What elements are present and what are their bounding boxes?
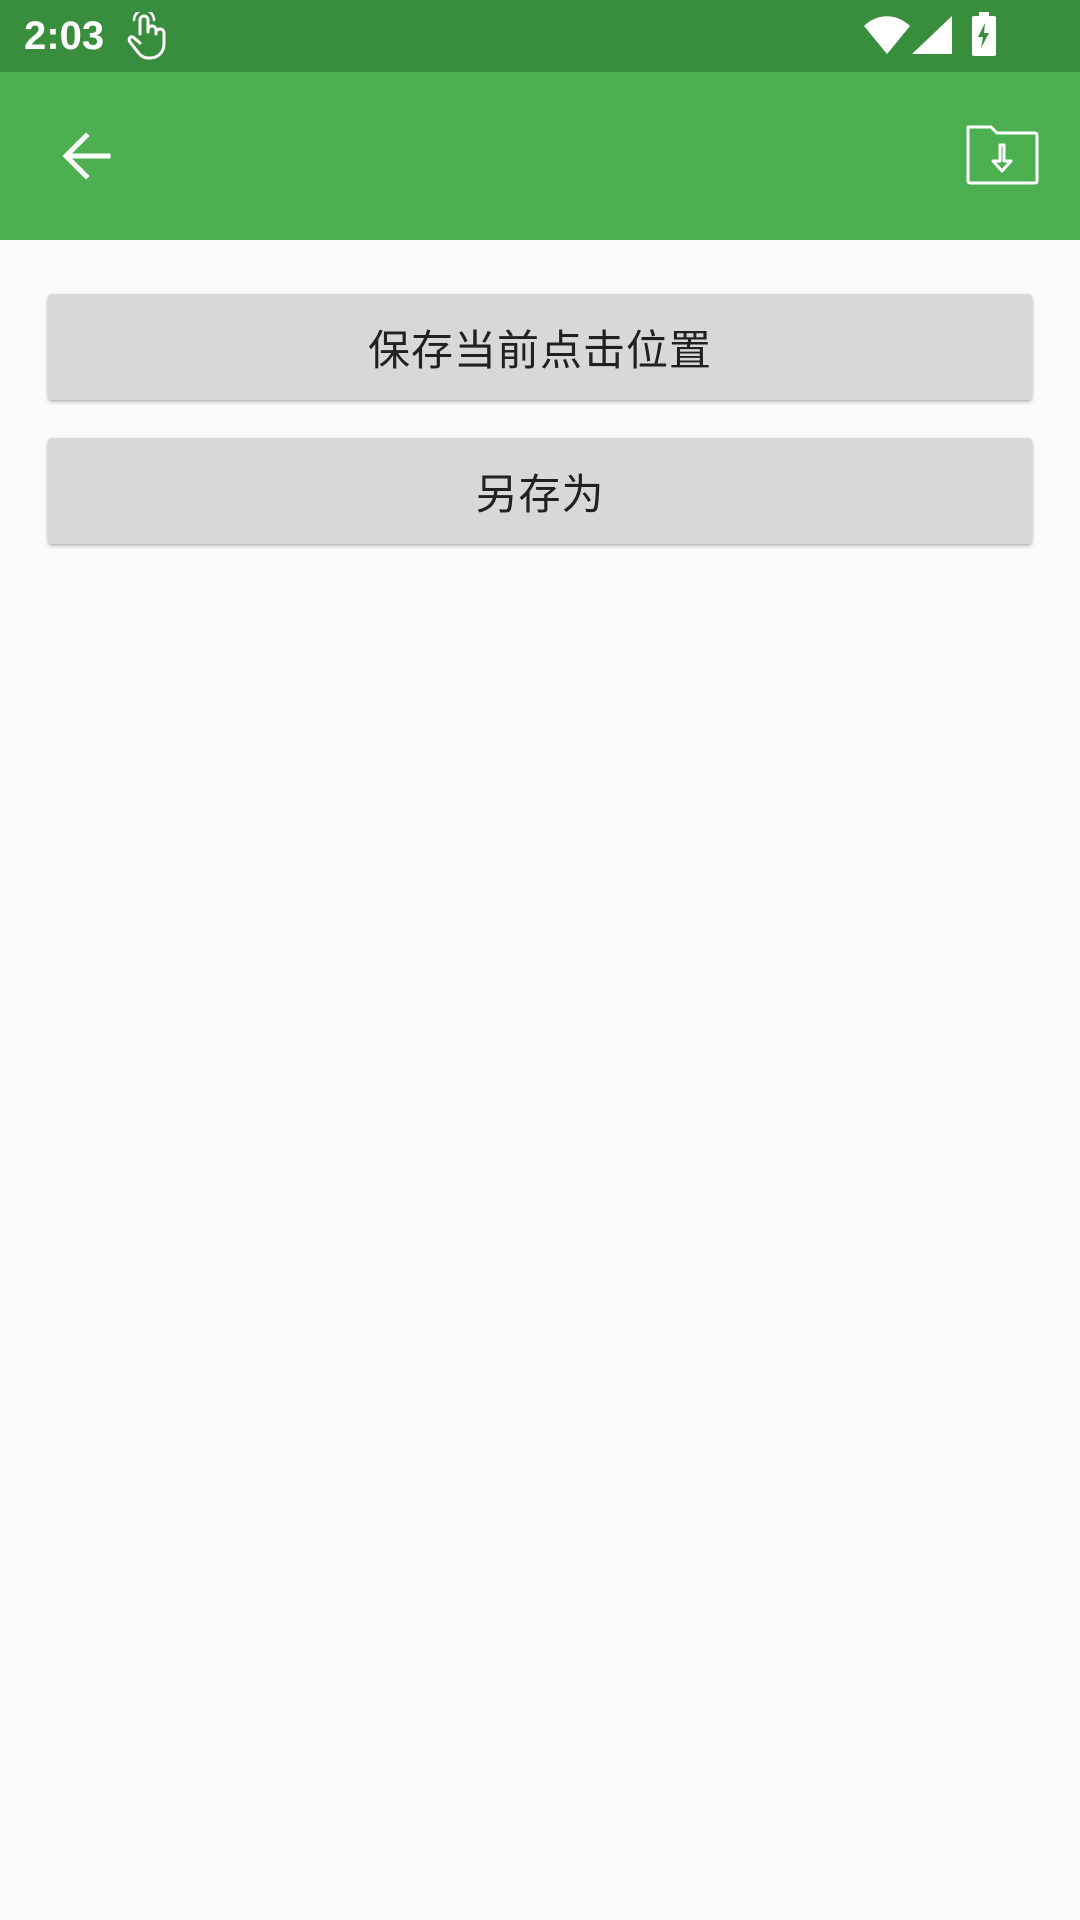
app-bar: [0, 72, 1080, 240]
status-time: 2:03: [24, 14, 105, 58]
battery-charging-icon: [972, 12, 996, 56]
folder-download-button[interactable]: [960, 116, 1044, 192]
arrow-back-icon: [62, 132, 111, 180]
back-button[interactable]: [44, 114, 128, 198]
save-as-button[interactable]: 另存为: [48, 438, 1032, 544]
main-content: 保存当前点击位置 另存为: [0, 240, 1080, 1920]
save-click-position-button[interactable]: 保存当前点击位置: [48, 294, 1032, 400]
touch-icon: [127, 12, 166, 60]
signal-icon: [912, 16, 952, 54]
folder-download-icon: [966, 125, 1039, 185]
status-bar: 2:03: [0, 0, 1080, 72]
wifi-icon: [864, 16, 910, 54]
